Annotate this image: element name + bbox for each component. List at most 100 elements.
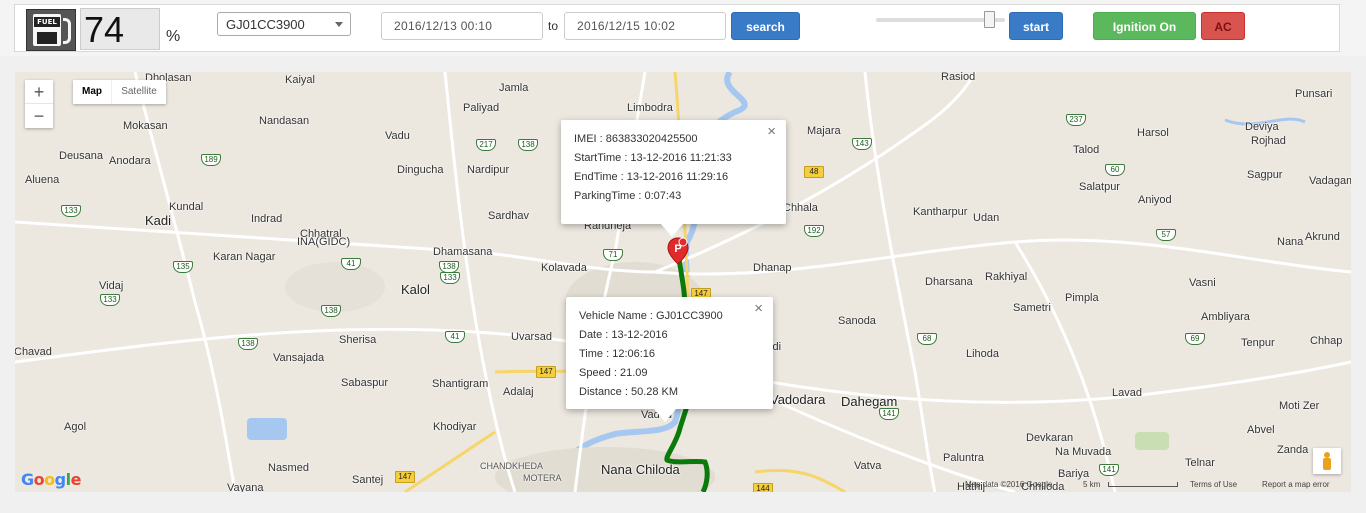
playback-speed-slider-handle[interactable]: [983, 11, 995, 28]
parking-marker[interactable]: P: [667, 237, 689, 265]
street-view-pegman-icon[interactable]: [1313, 448, 1341, 474]
ac-status-button[interactable]: AC: [1201, 12, 1245, 40]
scale-bar: [1108, 482, 1178, 487]
parking-info-window: × IMEI : 863833020425500 StartTime : 13-…: [561, 120, 786, 237]
zoom-in-button[interactable]: +: [25, 80, 53, 104]
place-label: Telnar: [1185, 457, 1215, 469]
place-label: CHANDKHEDA: [480, 461, 544, 471]
place-label: Kadi: [145, 213, 172, 228]
road-shield: 237: [1066, 114, 1086, 126]
place-label: Chhap: [1310, 335, 1343, 347]
tab-map[interactable]: Map: [73, 80, 111, 104]
terms-link[interactable]: Terms of Use: [1190, 480, 1237, 489]
scale-label: 5 km: [1083, 480, 1101, 489]
place-label: Sardhav: [488, 210, 529, 222]
vehicle-distance: Distance : 50.28 KM: [579, 386, 679, 398]
place-label: Tenpur: [1241, 337, 1275, 349]
ignition-status-button[interactable]: Ignition On: [1093, 12, 1196, 40]
place-label: Kolavada: [541, 262, 587, 274]
google-logo: Google: [21, 470, 81, 489]
road-shield: 192: [804, 225, 824, 237]
place-label: Vatva: [854, 460, 882, 472]
place-label: Zanda: [1277, 444, 1309, 456]
road-shield: 141: [1099, 464, 1119, 476]
road-shield: 135: [173, 261, 193, 273]
vehicle-time: Time : 12:06:16: [579, 348, 656, 360]
start-button[interactable]: start: [1009, 12, 1063, 40]
parking-start-time: StartTime : 13-12-2016 11:21:33: [574, 152, 732, 164]
place-label: Anodara: [109, 155, 151, 167]
fuel-level-unit: %: [166, 28, 181, 45]
parking-marker-letter: P: [674, 243, 681, 255]
place-label: Moti Zer: [1279, 400, 1320, 412]
place-label: Vadodara: [770, 392, 826, 407]
parking-imei: IMEI : 863833020425500: [574, 133, 698, 145]
road-shield: 189: [201, 154, 221, 166]
parking-duration: ParkingTime : 0:07:43: [574, 190, 682, 202]
place-label: Vasni: [1189, 277, 1216, 289]
place-label: Devkaran: [1026, 432, 1074, 444]
place-label: Nardipur: [467, 164, 510, 176]
place-label: Vadagam: [1309, 175, 1351, 187]
place-label: Deviya: [1245, 121, 1279, 133]
place-label: Sametri: [1013, 302, 1051, 314]
road-shield: 57: [1156, 229, 1176, 241]
place-label: Dahegam: [841, 394, 898, 409]
place-label: Chhala: [783, 202, 818, 214]
vehicle-select[interactable]: GJ01CC3900: [217, 12, 351, 36]
vehicle-speed: Speed : 21.09: [579, 367, 648, 379]
search-button[interactable]: search: [731, 12, 800, 40]
place-label: INA(GIDC): [297, 236, 351, 248]
road-shield: 147: [395, 471, 415, 483]
place-label: Nana Chiloda: [601, 462, 680, 477]
place-label: Nana: [1277, 236, 1304, 248]
report-error-link[interactable]: Report a map error: [1262, 480, 1330, 489]
place-label: Rasiod: [941, 72, 976, 83]
close-icon[interactable]: ×: [767, 123, 776, 140]
fuel-level-value: 74: [80, 8, 160, 50]
tab-satellite[interactable]: Satellite: [111, 80, 166, 104]
parking-end-time: EndTime : 13-12-2016 11:29:16: [574, 171, 729, 183]
place-label: Udan: [973, 212, 1000, 224]
place-label: Kundal: [169, 201, 204, 213]
road-shield: 147: [536, 366, 556, 378]
road-shield: 71: [603, 249, 623, 261]
place-label: Indrad: [251, 213, 283, 225]
popup-pointer: [654, 409, 676, 422]
vehicle-info-window: × Vehicle Name : GJ01CC3900 Date : 13-12…: [566, 297, 773, 422]
place-label: Harsol: [1137, 127, 1169, 139]
place-label: Deusana: [59, 150, 104, 162]
date-to-input[interactable]: 2016/12/15 10:02: [564, 12, 726, 40]
road-shield: 41: [341, 258, 361, 270]
vehicle-date: Date : 13-12-2016: [579, 329, 668, 341]
chevron-down-icon: [335, 22, 343, 27]
place-label: Punsari: [1295, 88, 1333, 100]
place-label: Vadu: [385, 130, 410, 142]
place-label: Kaiyal: [285, 74, 315, 86]
place-label: Paluntra: [943, 452, 984, 464]
place-label: Dhamasana: [433, 246, 493, 258]
place-label: Jamla: [499, 82, 529, 94]
zoom-out-button[interactable]: −: [25, 104, 53, 128]
place-label: MOTERA: [523, 473, 562, 483]
close-icon[interactable]: ×: [754, 300, 763, 317]
date-from-input[interactable]: 2016/12/13 00:10: [381, 12, 543, 40]
place-label: Na Muvada: [1055, 446, 1112, 458]
place-label: Mokasan: [123, 120, 168, 132]
fuel-icon-label: FUEL: [34, 17, 60, 27]
road-shield: 141: [879, 408, 899, 420]
road-shield: 48: [804, 166, 824, 178]
place-label: Vayana: [227, 482, 264, 492]
place-label: Vidaj: [99, 280, 124, 292]
road-shield: 138: [518, 139, 538, 151]
place-label: Salatpur: [1079, 181, 1120, 193]
place-label: Rojhad: [1251, 135, 1286, 147]
place-label: Nandasan: [259, 115, 310, 127]
zoom-control: + −: [25, 80, 53, 128]
place-label: Dhanap: [753, 262, 792, 274]
place-label: Nasmed: [268, 462, 309, 474]
place-label: Sagpur: [1247, 169, 1283, 181]
map-canvas[interactable]: Dholasan Kaiyal Jamla Rasiod Punsari Nandasan…: [15, 72, 1351, 492]
place-label: Paliyad: [463, 102, 500, 114]
road-shield: 138: [321, 305, 341, 317]
